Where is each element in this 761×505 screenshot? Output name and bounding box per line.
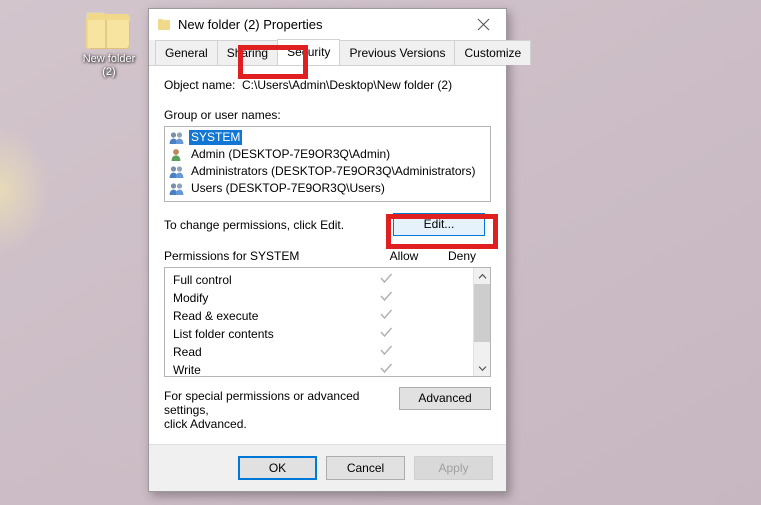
chevron-down-icon[interactable] [474,360,490,376]
table-row[interactable]: Modify [165,289,473,307]
group-or-user-names-list[interactable]: SYSTEM Admin (DESKTOP-7E9OR3Q\Admin) Adm… [164,126,491,202]
check-icon [379,273,393,284]
tab-general[interactable]: General [155,40,218,65]
permissions-header: Permissions for SYSTEM Allow Deny [164,246,491,263]
allow-checkbox [357,273,415,287]
cancel-button[interactable]: Cancel [326,456,405,480]
tab-strip: General Sharing Security Previous Versio… [149,39,532,66]
advanced-button[interactable]: Advanced [399,387,491,410]
permission-name: Full control [173,273,232,287]
desktop-icon-new-folder-2[interactable]: New folder (2) [72,12,146,79]
chevron-up-icon[interactable] [474,268,490,284]
allow-checkbox [357,345,415,359]
allow-checkbox [357,327,415,341]
object-name-value: C:\Users\Admin\Desktop\New folder (2) [242,78,453,92]
close-icon[interactable] [461,9,506,40]
permission-name: Modify [173,291,209,305]
dialog-titlebar[interactable]: New folder (2) Properties [149,9,506,40]
group-icon [169,165,185,179]
scrollbar-thumb[interactable] [474,284,490,342]
tab-security[interactable]: Security [277,39,341,65]
desktop-icon-label: New folder (2) [82,53,136,78]
edit-button[interactable]: Edit... [393,213,485,236]
list-item-label: Admin (DESKTOP-7E9OR3Q\Admin) [191,147,391,161]
list-item-label: Users (DESKTOP-7E9OR3Q\Users) [191,181,385,195]
advanced-hint-row: For special permissions or advanced sett… [164,387,491,431]
column-header-allow: Allow [389,249,419,263]
folder-icon [158,19,170,30]
check-icon [379,345,393,356]
edit-hint-row: To change permissions, click Edit. Edit.… [164,213,491,236]
apply-button: Apply [414,456,493,480]
tab-customize[interactable]: Customize [454,40,532,65]
table-row[interactable]: Write [165,361,473,377]
allow-checkbox [357,363,415,376]
check-icon [379,363,393,374]
group-icon [169,182,185,196]
list-item-label: SYSTEM [189,130,243,145]
allow-checkbox [357,309,415,323]
group-icon [169,131,185,145]
tab-previous-versions[interactable]: Previous Versions [339,40,456,65]
ok-button[interactable]: OK [238,456,317,480]
advanced-hint-text: For special permissions or advanced sett… [164,389,360,431]
group-section-label: Group or user names: [164,108,281,122]
edit-hint-text: To change permissions, click Edit. [164,217,345,232]
table-row[interactable]: List folder contents [165,325,473,343]
properties-dialog: New folder (2) Properties General Sharin… [148,8,532,492]
permission-name: Read [173,345,202,359]
table-row[interactable]: Read & execute [165,307,473,325]
dialog-body: Object name: C:\Users\Admin\Desktop\New … [149,66,506,444]
check-icon [379,327,393,338]
object-name-label: Object name: [164,78,236,92]
column-header-deny: Deny [447,249,476,263]
list-item[interactable]: Admin (DESKTOP-7E9OR3Q\Admin) [165,146,490,163]
permission-name: List folder contents [173,327,274,341]
dialog-title: New folder (2) Properties [178,17,323,32]
scrollbar-track[interactable] [474,284,490,360]
table-row[interactable]: Full control [165,271,473,289]
permission-name: Write [173,363,201,377]
list-item-label: Administrators (DESKTOP-7E9OR3Q\Administ… [191,164,476,178]
check-icon [379,291,393,302]
list-item[interactable]: Users (DESKTOP-7E9OR3Q\Users) [165,180,490,197]
object-name-row: Object name: C:\Users\Admin\Desktop\New … [164,78,491,92]
dialog-footer: OK Cancel Apply [149,444,506,491]
permission-name: Read & execute [173,309,259,323]
list-item[interactable]: Administrators (DESKTOP-7E9OR3Q\Administ… [165,163,490,180]
desktop-background: New folder (2) New folder (2) Properties… [0,0,761,505]
user-icon [169,148,185,162]
tab-sharing[interactable]: Sharing [216,40,279,65]
permissions-list[interactable]: Full control Modify Read & execute List … [164,267,491,377]
check-icon [379,309,393,320]
permissions-scrollbar[interactable] [473,268,490,376]
table-row[interactable]: Read [165,343,473,361]
folder-icon [86,12,132,50]
permissions-title: Permissions for SYSTEM [164,249,300,263]
list-item[interactable]: SYSTEM [165,129,490,146]
allow-checkbox [357,291,415,305]
